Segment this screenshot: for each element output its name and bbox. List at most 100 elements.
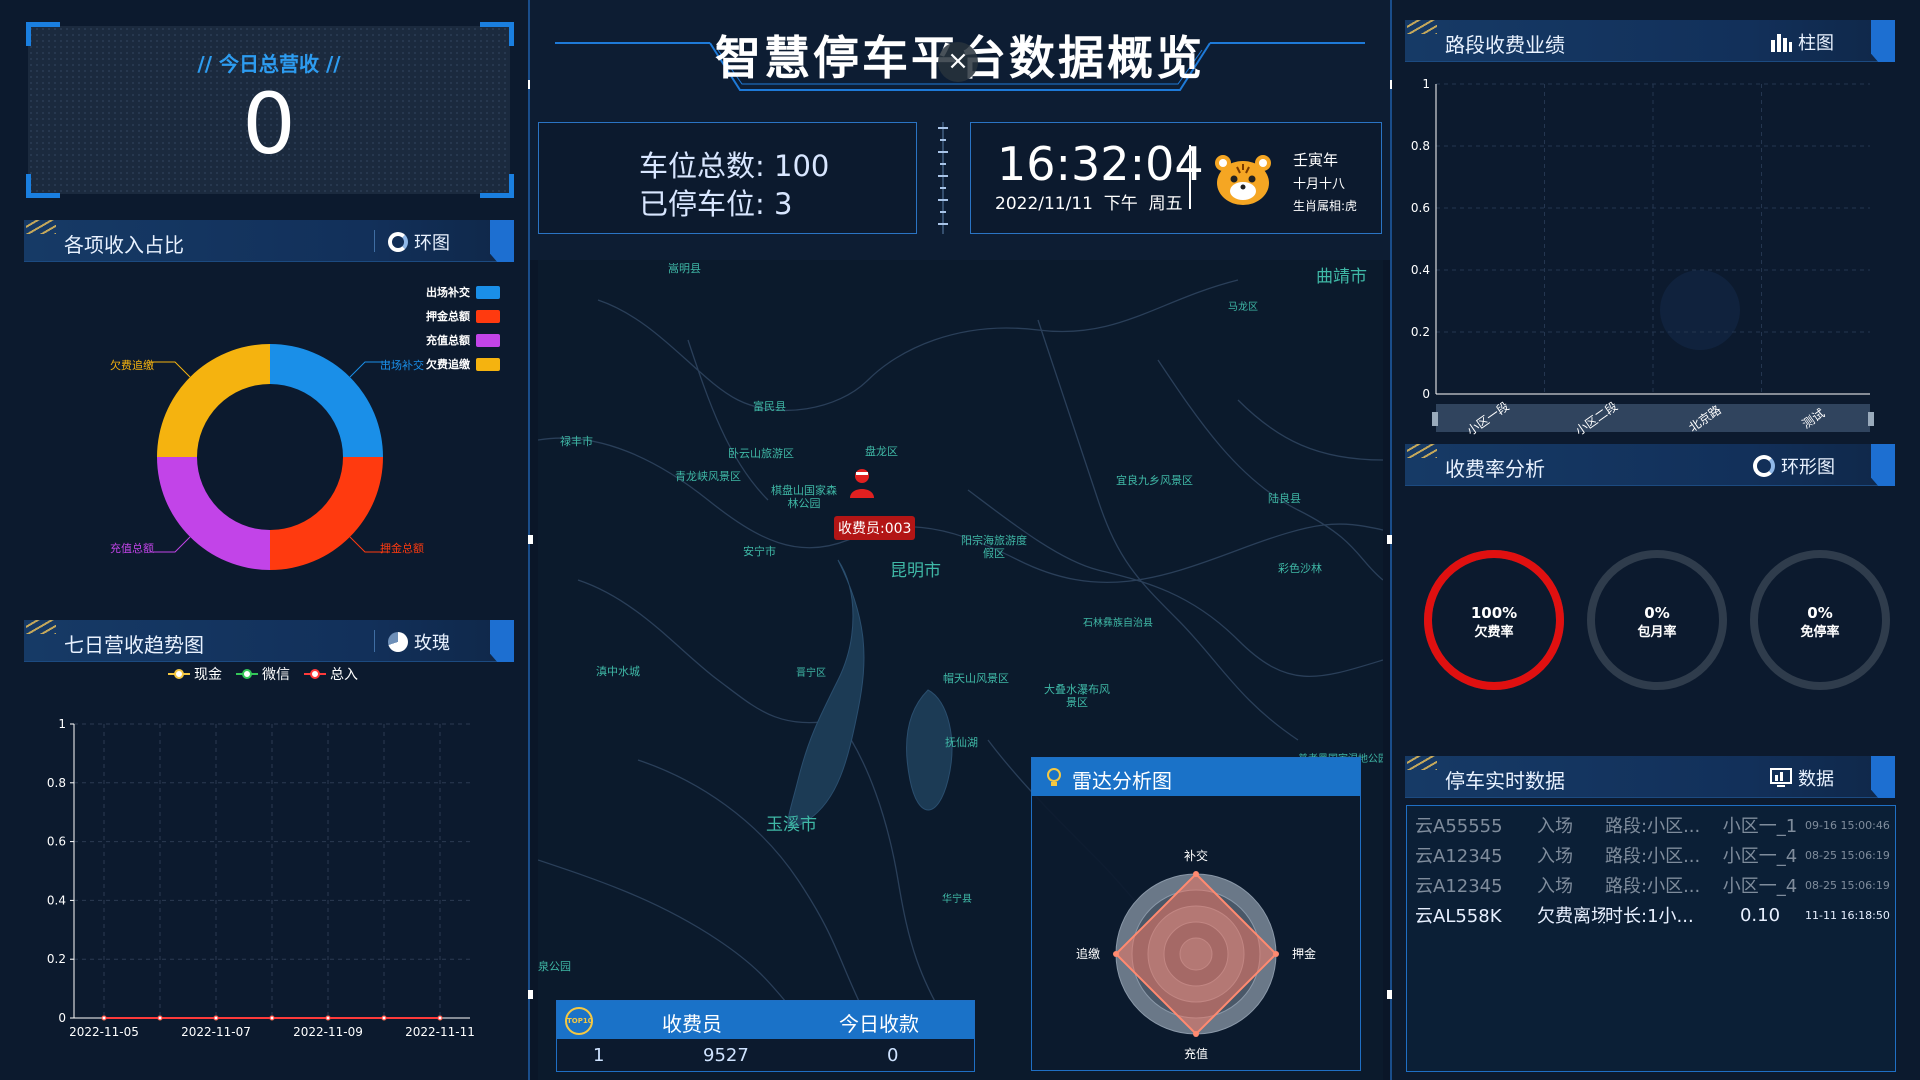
rose-chart-toggle[interactable]: 玫瑰 (388, 629, 450, 655)
table-cell: 9527 (703, 1045, 749, 1066)
slice-label: 押金总额 (380, 542, 424, 555)
map-label: 宜良九乡风景区 (1116, 474, 1193, 487)
realtime-title: 停车实时数据 (1445, 769, 1565, 793)
table-cell: 路段:小区... (1605, 876, 1701, 897)
map-label: 盘龙区 (865, 445, 898, 458)
data-toggle[interactable]: 数据 (1770, 765, 1834, 791)
glow-decoration (1660, 270, 1740, 350)
table-cell: 入场 (1537, 816, 1573, 837)
table-cell: 云AL558K (1415, 906, 1502, 927)
slice-label: 充值总额 (110, 542, 154, 555)
monitor-icon (1770, 768, 1792, 787)
table-cell: 路段:小区... (1605, 846, 1701, 867)
ring-icon (1753, 455, 1775, 477)
table-cell: 11-11 16:18:50 (1805, 908, 1890, 922)
radar-axis-label: 追缴 (1076, 946, 1100, 961)
seven-day-line-chart: 0 0.2 0.4 0.6 0.8 1 2022-11-05 2022-11-07 2022-1… (47, 717, 475, 1039)
donut-slice-top-right (270, 344, 383, 457)
map-label: 棋盘山国家森林公园 (771, 484, 837, 510)
legend-wechat[interactable]: 微信 (236, 664, 290, 684)
radar-point (1273, 951, 1279, 957)
table-cell: 小区一_4 (1722, 846, 1798, 867)
gauge-percent: 0% (1807, 604, 1832, 622)
map-label: 泉公园 (538, 960, 571, 973)
table-row[interactable]: 云A12345 入场 路段:小区... 小区一_4 08-25 15:06:19 (1415, 870, 1891, 900)
collector-tag[interactable]: 收费员:003 (834, 516, 916, 540)
x-tick-label: 2022-11-09 (293, 1025, 363, 1039)
map-label: 晋宁区 (796, 668, 826, 679)
map-label: 马龙区 (1228, 302, 1258, 313)
gauge-percent: 100% (1471, 604, 1517, 622)
map-city-label: 曲靖市 (1316, 267, 1367, 287)
rate-gauges: 100% 欠费率 0% 包月率 0% 免停率 (1424, 550, 1890, 690)
bar-chart-toggle[interactable]: 柱图 (1770, 29, 1834, 55)
x-tick-label: 2022-11-07 (181, 1025, 251, 1039)
zoom-handle (1868, 412, 1874, 426)
ring-chart-toggle[interactable]: 环图 (388, 229, 450, 255)
map-label: 抚仙湖 (945, 736, 978, 749)
legend-cash[interactable]: 现金 (168, 664, 222, 684)
realtime-table: 云A55555 入场 路段:小区... 小区一_1 09-16 15:00:46 云A12… (1406, 805, 1896, 1072)
radar-point (1193, 871, 1199, 877)
income-ratio-header: 各项收入占比 环图 (24, 220, 514, 262)
y-tick-label: 0.2 (1411, 325, 1430, 339)
ruler-decoration (938, 122, 948, 234)
zodiac: 生肖属相:虎 (1293, 199, 1358, 213)
table-row[interactable]: 云A55555 入场 路段:小区... 小区一_1 09-16 15:00:46 (1415, 810, 1891, 840)
seven-day-title: 七日营收趋势图 (64, 633, 204, 657)
realtime-header: 停车实时数据 数据 (1405, 756, 1895, 798)
close-icon[interactable]: × (938, 42, 978, 82)
table-cell: 云A12345 (1415, 876, 1503, 897)
lunar-year: 壬寅年 (1293, 151, 1339, 169)
table-cell: 欠费离场 (1537, 906, 1605, 927)
collector-marker-icon[interactable] (848, 468, 876, 500)
map-label: 富民县 (753, 400, 786, 413)
map-label: 滇中水城 (596, 665, 640, 678)
radar-title: 雷达分析图 (1072, 769, 1172, 793)
table-row[interactable]: 云AL558K 欠费离场 时长:1小... 0.10 11-11 16:18:50 (1415, 900, 1891, 930)
lightbulb-icon (1047, 768, 1061, 786)
radar-point (1113, 951, 1119, 957)
income-legend-item[interactable]: 出场补交 (426, 284, 500, 300)
y-tick-label: 0.4 (47, 893, 66, 907)
col-header-today: 今日收款 (839, 1012, 919, 1036)
table-cell: 08-25 15:06:19 (1805, 848, 1890, 862)
data-point (101, 1015, 107, 1021)
map-label: 彩色沙林 (1278, 562, 1322, 575)
ring-icon (388, 232, 408, 252)
map-label: 青龙峡风景区 (675, 470, 741, 483)
y-tick-label: 0 (58, 1011, 66, 1025)
table-cell: 时长:1小... (1605, 906, 1694, 927)
y-tick-label: 0.8 (1411, 139, 1430, 153)
y-tick-label: 1 (58, 717, 66, 731)
rate-analysis-title: 收费率分析 (1445, 457, 1545, 481)
map-label: 嵩明县 (668, 262, 701, 275)
seven-day-header: 七日营收趋势图 玫瑰 (24, 620, 514, 662)
table-cell: 09-16 15:00:46 (1805, 818, 1890, 832)
clock-date: 2022/11/11 下午 周五 (995, 194, 1183, 214)
road-segment-bar-chart: 00.20.40.60.81小区一段 小区二段 北京路 测试 (1411, 77, 1874, 438)
data-point (157, 1015, 163, 1021)
top10-icon: TOP10 (565, 1007, 593, 1035)
map-label: 安宁市 (743, 545, 776, 558)
table-row[interactable]: 云A12345 入场 路段:小区... 小区一_4 08-25 15:06:19 (1415, 840, 1891, 870)
ring-chart-toggle[interactable]: 环形图 (1753, 453, 1835, 479)
today-revenue-box: // 今日总营收 // 0 (26, 22, 514, 198)
y-tick-label: 0.2 (47, 952, 66, 966)
rate-analysis-header: 收费率分析 环形图 (1405, 444, 1895, 486)
table-cell: 云A12345 (1415, 846, 1503, 867)
income-legend-item[interactable]: 押金总额 (426, 308, 500, 324)
parking-stats-box: 车位总数: 100 已停车位: 3 (538, 122, 917, 234)
table-cell: 入场 (1537, 876, 1573, 897)
legend-total[interactable]: 总入 (304, 664, 358, 684)
donut-slice-bottom-left (157, 457, 270, 570)
road-segment-header: 路段收费业绩 柱图 (1405, 20, 1895, 62)
y-tick-label: 0.6 (1411, 201, 1430, 215)
map-label: 阳宗海旅游度假区 (961, 534, 1027, 560)
gauge-label: 免停率 (1800, 624, 1839, 640)
radar-axis-label: 补交 (1184, 848, 1208, 863)
radar-axis-label: 押金 (1292, 946, 1316, 961)
occupied-spaces: 已停车位: 3 (639, 187, 793, 221)
gauge-label: 欠费率 (1474, 624, 1513, 640)
radar-point (1193, 1031, 1199, 1037)
